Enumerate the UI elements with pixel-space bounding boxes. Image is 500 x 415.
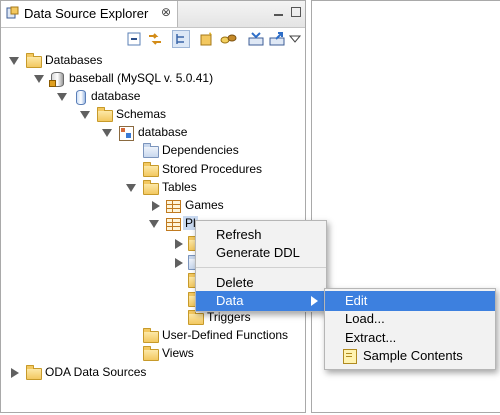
folder-icon	[97, 107, 113, 122]
node-label: ODA Data Sources	[45, 365, 147, 379]
menu-item-label: Load...	[345, 311, 385, 326]
sample-contents-icon	[343, 349, 357, 364]
node-label: Views	[162, 346, 194, 360]
menu-item-label: Delete	[216, 275, 254, 290]
menu-item-delete[interactable]: Delete	[196, 273, 326, 293]
expand-arrow-icon[interactable]	[80, 110, 90, 119]
database-icon	[72, 89, 88, 105]
folder-icon	[143, 162, 159, 177]
database-tree: Databases baseball (MySQL v. 5.0.41) dat…	[1, 1, 305, 412]
node-label: User-Defined Functions	[162, 328, 289, 342]
menu-separator	[196, 267, 326, 268]
expand-arrow-icon[interactable]	[34, 74, 44, 83]
folder-icon	[143, 143, 159, 158]
menu-item-generate-ddl[interactable]: Generate DDL	[196, 243, 326, 263]
node-label: database	[91, 89, 141, 103]
menu-item-label: Data	[216, 293, 244, 308]
menu-item-load[interactable]: Load...	[325, 309, 495, 329]
node-label: Triggers	[207, 310, 251, 324]
table-icon	[165, 216, 181, 231]
collapse-arrow-icon[interactable]	[174, 239, 183, 249]
expand-arrow-icon[interactable]	[149, 219, 159, 228]
node-label: Tables	[162, 180, 197, 194]
expand-arrow-icon[interactable]	[102, 128, 112, 137]
folder-icon	[143, 180, 159, 195]
node-label: Stored Procedures	[162, 162, 263, 176]
folder-icon	[143, 328, 159, 343]
schema-icon	[118, 125, 134, 141]
data-submenu: Edit Load... Extract... Sample Contents	[324, 288, 496, 370]
menu-item-data[interactable]: Data	[196, 291, 326, 311]
menu-item-refresh[interactable]: Refresh	[196, 225, 326, 245]
folder-icon	[188, 310, 204, 325]
node-label: Databases	[45, 53, 103, 67]
node-label: database	[138, 125, 188, 139]
menu-item-label: Refresh	[216, 227, 262, 242]
node-label: Games	[185, 198, 224, 212]
menu-item-label: Edit	[345, 293, 368, 308]
menu-item-label: Extract...	[345, 330, 397, 345]
table-icon	[165, 198, 181, 213]
expand-arrow-icon[interactable]	[126, 183, 136, 192]
folder-icon	[143, 346, 159, 361]
submenu-arrow-icon	[311, 296, 318, 306]
menu-item-sample-contents[interactable]: Sample Contents	[325, 346, 495, 366]
node-label: Dependencies	[162, 143, 239, 157]
menu-item-extract[interactable]: Extract...	[325, 328, 495, 348]
context-menu: Refresh Generate DDL Delete Data	[195, 220, 327, 312]
node-label: Schemas	[116, 107, 167, 121]
menu-item-label: Generate DDL	[216, 245, 300, 260]
expand-arrow-icon[interactable]	[57, 92, 67, 101]
expand-arrow-icon[interactable]	[9, 56, 19, 65]
folder-icon	[26, 365, 42, 380]
node-label: baseball (MySQL v. 5.0.41)	[69, 71, 214, 85]
collapse-arrow-icon[interactable]	[10, 368, 19, 378]
collapse-arrow-icon[interactable]	[174, 258, 183, 268]
data-source-explorer-view: Data Source Explorer ⊗ Databases basebal…	[0, 0, 306, 413]
collapse-arrow-icon[interactable]	[151, 201, 160, 211]
folder-icon	[26, 53, 42, 68]
database-connection-icon	[49, 71, 65, 87]
menu-item-label: Sample Contents	[363, 348, 463, 363]
menu-item-edit[interactable]: Edit	[325, 291, 495, 311]
